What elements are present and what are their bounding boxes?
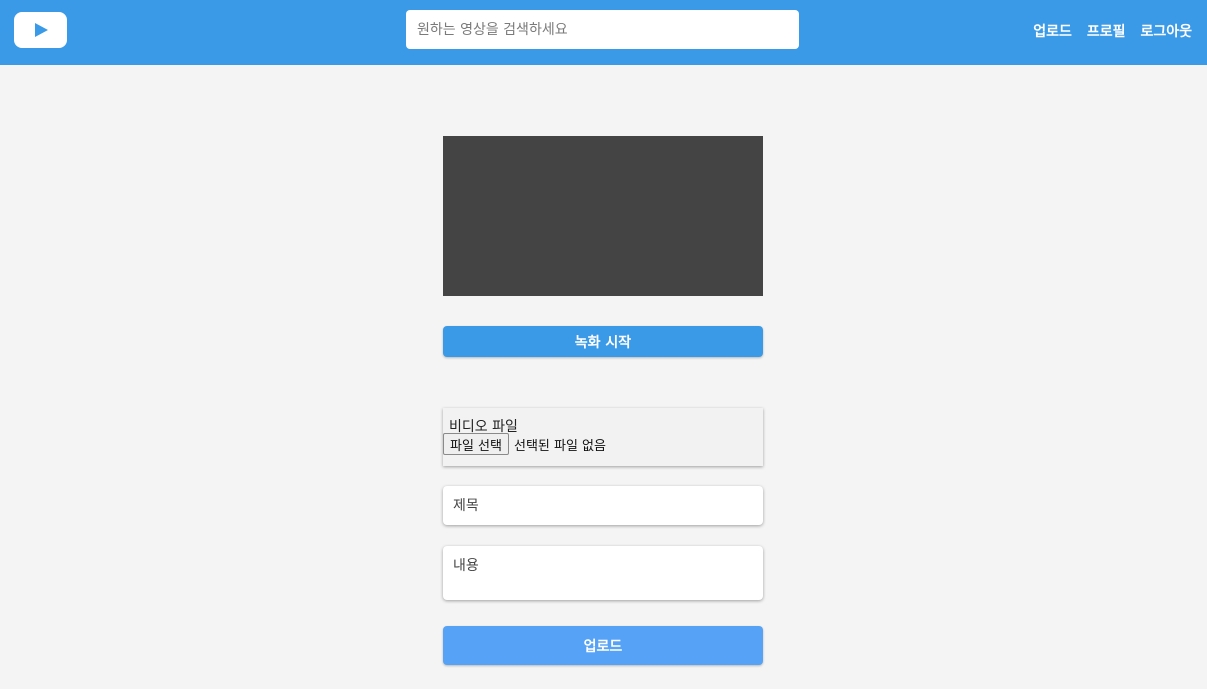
top-header: 업로드 프로필 로그아웃 bbox=[0, 0, 1207, 65]
content-textarea[interactable] bbox=[443, 546, 763, 600]
video-file-field: 비디오 파일 파일 선택 선택된 파일 없음 bbox=[443, 408, 763, 466]
title-input[interactable] bbox=[443, 486, 763, 525]
nav-profile-link[interactable]: 프로필 bbox=[1087, 21, 1126, 41]
choose-file-button[interactable]: 파일 선택 bbox=[443, 433, 509, 455]
search-input[interactable] bbox=[406, 10, 799, 49]
header-nav: 업로드 프로필 로그아웃 bbox=[1033, 0, 1192, 62]
file-picker: 파일 선택 선택된 파일 없음 bbox=[443, 433, 606, 455]
nav-logout-link[interactable]: 로그아웃 bbox=[1140, 21, 1192, 41]
video-preview bbox=[443, 136, 763, 296]
start-recording-button[interactable]: 녹화 시작 bbox=[443, 326, 763, 357]
file-status-text: 선택된 파일 없음 bbox=[513, 438, 606, 454]
nav-upload-link[interactable]: 업로드 bbox=[1033, 21, 1072, 41]
play-icon bbox=[34, 23, 48, 37]
home-logo[interactable] bbox=[14, 12, 67, 48]
upload-submit-button[interactable]: 업로드 bbox=[443, 626, 763, 665]
